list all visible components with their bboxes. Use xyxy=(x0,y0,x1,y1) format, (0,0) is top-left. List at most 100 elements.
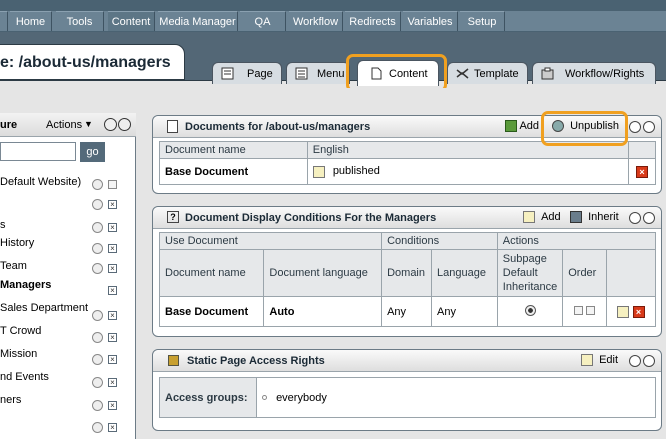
condition-doc-name[interactable]: Base Document xyxy=(158,296,265,327)
maximize-icon[interactable] xyxy=(643,355,655,367)
order-up-icon[interactable] xyxy=(574,305,584,315)
tree-item[interactable]: Default Website) xyxy=(0,176,81,188)
tab-workflow-rights[interactable]: Workflow/Rights xyxy=(532,62,656,84)
nav-item-workflow[interactable]: Workflow xyxy=(289,11,343,31)
radio-icon[interactable] xyxy=(92,422,103,433)
tree-item[interactable]: Sales Department xyxy=(0,302,88,314)
checkbox-icon[interactable] xyxy=(108,180,117,189)
add-condition-button[interactable]: Add xyxy=(523,211,561,224)
condition-subpage-radio-cell xyxy=(496,296,564,327)
col-language: Language xyxy=(431,249,498,297)
delete-icon[interactable]: × xyxy=(108,401,117,410)
collapse-icon[interactable] xyxy=(629,212,641,224)
maximize-icon[interactable] xyxy=(643,212,655,224)
bullet-icon xyxy=(262,395,267,401)
maximize-icon[interactable] xyxy=(643,121,655,133)
radio-icon[interactable] xyxy=(92,400,103,411)
nav-item-redirects[interactable]: Redirects xyxy=(345,11,401,31)
condition-row-actions: × xyxy=(606,296,656,327)
tab-workflow-label: Workflow/Rights xyxy=(565,68,645,80)
delete-icon[interactable]: × xyxy=(108,223,117,232)
delete-icon[interactable]: × xyxy=(108,423,117,432)
delete-icon[interactable]: × xyxy=(108,244,117,253)
nav-item-setup[interactable]: Setup xyxy=(460,11,505,31)
tab-page[interactable]: Page xyxy=(212,62,282,84)
help-icon: ? xyxy=(167,211,179,223)
search-go-button[interactable]: go xyxy=(80,142,105,162)
edit-icon[interactable] xyxy=(617,305,630,318)
tree-item[interactable]: ners xyxy=(0,394,21,406)
tree-item[interactable]: nd Events xyxy=(0,371,49,383)
nav-item-content[interactable]: Content xyxy=(108,11,155,31)
radio-icon[interactable] xyxy=(92,199,103,210)
radio-icon[interactable] xyxy=(92,179,103,190)
radio-icon[interactable] xyxy=(92,222,103,233)
status-label: published xyxy=(332,165,380,178)
collapse-icon[interactable] xyxy=(104,118,117,131)
delete-icon[interactable]: × xyxy=(108,286,117,295)
document-row-name[interactable]: Base Document xyxy=(159,158,308,185)
nav-item-home[interactable]: Home xyxy=(10,11,52,31)
document-row-status: published xyxy=(306,158,630,185)
radio-icon[interactable] xyxy=(92,377,103,388)
delete-icon[interactable]: × xyxy=(632,305,645,318)
page-title: e: /about-us/managers xyxy=(0,54,171,71)
group-conditions: Conditions xyxy=(381,232,498,250)
tab-template[interactable]: Template xyxy=(447,62,528,84)
nav-item-qa[interactable]: QA xyxy=(240,11,286,31)
edit-access-button[interactable]: Edit xyxy=(581,354,618,367)
radio-icon[interactable] xyxy=(92,263,103,274)
tree-item[interactable]: History xyxy=(0,237,34,249)
actions-arrow-icon[interactable]: ▼ xyxy=(84,119,93,129)
add-document-button[interactable]: Add xyxy=(505,120,539,133)
col-domain: Domain xyxy=(381,249,433,297)
add-icon xyxy=(505,120,517,133)
collapse-icon[interactable] xyxy=(629,121,641,133)
add-icon xyxy=(523,211,535,224)
tree-item[interactable]: s xyxy=(0,219,6,231)
delete-icon[interactable]: × xyxy=(108,311,117,320)
inherit-button[interactable]: Inherit xyxy=(570,211,619,224)
template-icon xyxy=(456,68,469,79)
tree-item[interactable]: Mission xyxy=(0,348,37,360)
radio-icon[interactable] xyxy=(92,354,103,365)
maximize-icon[interactable] xyxy=(118,118,131,131)
tree-item[interactable]: T Crowd xyxy=(0,325,41,337)
inherit-icon xyxy=(570,211,582,224)
delete-icon[interactable]: × xyxy=(108,378,117,387)
radio-icon[interactable] xyxy=(92,310,103,321)
nav-item-media-manager[interactable]: Media Manager xyxy=(158,11,238,31)
radio-selected-icon[interactable] xyxy=(524,304,536,316)
sidebar-title: ure xyxy=(0,119,18,131)
delete-icon[interactable]: × xyxy=(108,200,117,209)
delete-icon[interactable]: × xyxy=(108,333,117,342)
nav-item-variables[interactable]: Variables xyxy=(403,11,458,31)
tree-search-input[interactable] xyxy=(0,142,76,161)
tree-item-selected[interactable]: Managers xyxy=(0,279,51,291)
order-down-icon[interactable] xyxy=(586,305,596,315)
delete-icon[interactable]: × xyxy=(108,355,117,364)
actions-menu[interactable]: Actions xyxy=(46,119,82,131)
delete-icon[interactable]: × xyxy=(108,264,117,273)
delete-icon[interactable]: × xyxy=(636,165,648,178)
tab-menu-label: Menu xyxy=(317,68,345,80)
structure-sidebar xyxy=(0,113,136,439)
lock-icon xyxy=(168,355,179,366)
collapse-icon[interactable] xyxy=(629,355,641,367)
col-document-language: Document language xyxy=(263,249,383,297)
radio-icon[interactable] xyxy=(92,243,103,254)
edit-icon[interactable] xyxy=(312,165,325,178)
tab-menu[interactable]: Menu xyxy=(286,62,350,84)
access-panel-title: Static Page Access Rights xyxy=(187,355,325,367)
col-document-name: Document name xyxy=(159,141,308,159)
radio-icon[interactable] xyxy=(92,332,103,343)
access-groups-label: Access groups: xyxy=(159,377,257,418)
nav-item-partial[interactable] xyxy=(0,11,8,31)
condition-language: Any xyxy=(431,296,498,327)
tree-item[interactable]: Team xyxy=(0,260,27,272)
group-use-document: Use Document xyxy=(158,232,383,250)
col-order: Order xyxy=(562,249,608,297)
nav-item-tools[interactable]: Tools xyxy=(56,11,104,31)
inherit-label: Inherit xyxy=(588,211,619,223)
tab-template-label: Template xyxy=(474,68,519,80)
